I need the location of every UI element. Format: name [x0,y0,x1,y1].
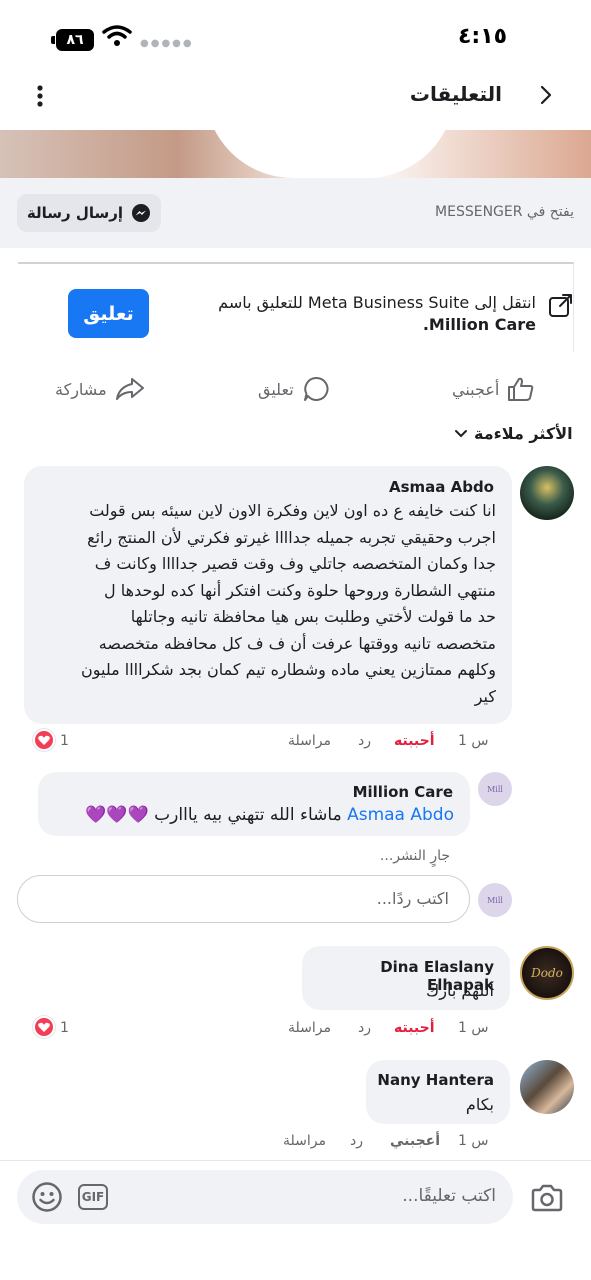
chevron-right-icon[interactable] [538,84,554,106]
avatar[interactable] [520,1060,574,1114]
avatar-logo: Dodo [531,966,563,980]
sort-label: الأكثر ملاءمة [474,424,573,443]
comment-input-placeholder: اكتب تعليقًا... [402,1186,496,1206]
emoji-icon[interactable] [31,1181,63,1213]
comment-line: اجرب وحقيقي تجربه جميله جداااا غيرتو فكر… [87,527,496,547]
comment-time: 1 س [458,733,489,749]
avatar[interactable]: Dodo [520,946,574,1000]
comment-line: انا كنت خايفه ع ده اون لاين وفكرة الاون … [89,501,496,520]
gif-button[interactable]: GIF [78,1184,108,1210]
messenger-icon [132,204,151,222]
comment-time: 1 س [458,1020,489,1036]
reply-author[interactable]: Million Care [300,783,453,801]
page-avatar[interactable]: Mill [478,772,512,806]
comment-message-button[interactable]: مراسلة [288,1020,331,1036]
comment-line: منتهي الشطارة وروحها حلوة وكنت افتكر أنه… [104,580,496,600]
comment-text: انا كنت خايفه ع ده اون لاين وفكرة الاون … [34,498,496,710]
share-icon [115,378,144,400]
divider [0,1160,591,1161]
comment-line: وكلهم ممتازين يعني ماده وشطاره تيم كمان … [80,660,496,679]
comment-line: حد ما قولت لأختي وطلبت بس هيا محافظة تان… [130,607,496,626]
avatar[interactable] [520,466,574,520]
open-external-icon[interactable] [548,292,574,318]
page-avatar: Mill [478,883,512,917]
reply-text-line: Asmaa Abdo ماشاء الله تتهني بيه يااارب 💜… [54,805,454,825]
posting-status: جارٍ النشر... [379,848,450,864]
comment-action[interactable]: تعليق [258,374,330,404]
page-title: التعليقات [409,82,502,106]
like-icon [508,377,534,401]
reaction-count[interactable]: 1 [60,733,69,749]
reply-text: ماشاء الله تتهني بيه يااارب 💜💜💜 [85,805,342,825]
status-time: ٤:١٥ [458,24,508,49]
comment-line: كير [474,686,496,706]
reply-input[interactable]: اكتب ردًا... [17,875,470,923]
chevron-down-icon [455,429,467,437]
reply-bubble [38,772,470,836]
comment-line: متخصصه تانيه ووقتها عرفت أن ف ف كل محافظ… [98,633,496,653]
comment-reply-button[interactable]: رد [358,1020,371,1036]
reaction-count[interactable]: 1 [60,1020,69,1036]
comment-author[interactable]: Nany Hantera [376,1071,494,1089]
page-avatar-logo: Mill [487,895,503,905]
sort-dropdown[interactable]: الأكثر ملاءمة [454,424,574,443]
comment-author[interactable]: Asmaa Abdo [300,478,494,496]
comment-like-button[interactable]: أعجبني [390,1133,440,1149]
comment-icon [303,376,329,401]
camera-icon[interactable] [530,1183,564,1213]
more-options-icon[interactable] [32,84,48,108]
send-message-button[interactable]: إرسال رسالة [17,194,161,232]
comment-like-button[interactable]: أحببته [394,1020,435,1036]
comment-as-page-button[interactable]: تعليق [68,289,149,338]
love-reaction-icon [33,729,55,751]
comment-text: اللهم بارك [426,981,494,1000]
comment-reply-button[interactable]: رد [358,733,371,749]
wifi-icon [102,25,132,46]
business-suite-text: انتقل إلى Meta Business Suite للتعليق با… [184,292,536,336]
love-reaction-icon [33,1016,55,1038]
comment-like-button[interactable]: أحببته [394,733,435,749]
like-label: أعجبني [452,379,500,399]
page-avatar-logo: Mill [487,784,503,794]
comment-label: تعليق [258,379,294,399]
comment-text: بكام [465,1095,494,1114]
comment-line: جدا وكمان المتخصصه جاتلي وف وقت قصير جدا… [94,554,496,573]
post-image-fragment [0,130,591,178]
business-page-name: Million Care. [422,315,536,334]
share-action[interactable]: مشاركة [55,374,145,404]
comment-message-button[interactable]: مراسلة [288,733,331,749]
signal-icon: ●●●●● [140,38,194,49]
comment-time: 1 س [458,1133,489,1149]
comment-message-button[interactable]: مراسلة [283,1133,326,1149]
share-label: مشاركة [55,379,107,399]
battery-indicator: ٨٦ [51,29,94,51]
comment-reply-button[interactable]: رد [350,1133,363,1149]
mention-link[interactable]: Asmaa Abdo [347,805,454,825]
like-action[interactable]: أعجبني [452,374,535,404]
opens-in-messenger-label: يفتح في MESSENGER [435,204,574,220]
business-suite-description: انتقل إلى Meta Business Suite للتعليق با… [218,293,536,312]
send-message-label: إرسال رسالة [26,204,124,222]
